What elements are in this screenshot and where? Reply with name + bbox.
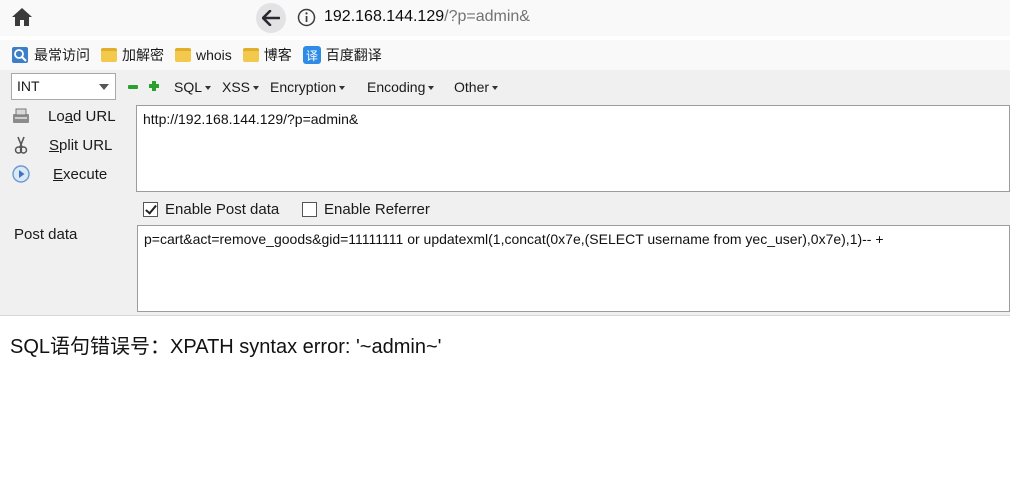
menu-label: Encryption xyxy=(270,79,337,95)
decrease-icon[interactable] xyxy=(128,85,138,89)
bookmark-label: whois xyxy=(196,47,232,63)
menu-label: XSS xyxy=(222,79,251,95)
bookmark-label: 博客 xyxy=(263,47,292,63)
scissors-icon xyxy=(14,136,28,154)
enable-referrer-label: Enable Referrer xyxy=(324,201,430,218)
enable-referrer-checkbox[interactable]: Enable Referrer xyxy=(302,201,430,218)
navigation-bar: 192.168.144.129/?p=admin& xyxy=(0,0,1010,36)
menu-label: Encoding xyxy=(367,79,426,95)
label-part: xecute xyxy=(63,165,108,183)
bookmark-label: 百度翻译 xyxy=(325,47,382,63)
type-select[interactable]: INT xyxy=(11,73,116,100)
folder-icon xyxy=(242,48,259,62)
enable-post-data-label: Enable Post data xyxy=(165,201,280,218)
panel-divider xyxy=(0,315,1010,316)
chevron-down-icon xyxy=(99,84,109,90)
execute-label: Execute xyxy=(53,166,107,183)
load-url-label: Load URL xyxy=(48,108,116,125)
url-textarea[interactable]: http://192.168.144.129/?p=admin& xyxy=(136,105,1010,192)
menu-xss[interactable]: XSS xyxy=(222,78,260,96)
baidu-translate-icon: 译 xyxy=(302,46,321,64)
enable-post-data-checkbox[interactable]: Enable Post data xyxy=(143,201,279,218)
bookmark-baidu-translate[interactable]: 译 百度翻译 xyxy=(302,45,382,65)
dropdown-arrow-icon xyxy=(205,86,212,91)
menu-other[interactable]: Other xyxy=(454,78,499,96)
url-host: 192.168.144.129 xyxy=(324,8,445,25)
url-path: /?p=admin& xyxy=(444,8,530,25)
dropdown-arrow-icon xyxy=(253,86,260,91)
accel-key: S xyxy=(49,136,60,154)
menu-label: Other xyxy=(454,79,490,95)
bookmarks-toolbar: 最常访问 加解密 whois 博客 译 百度翻译 xyxy=(0,40,1010,70)
increase-icon[interactable] xyxy=(149,81,159,91)
most-visited-icon xyxy=(12,47,28,63)
dropdown-arrow-icon xyxy=(492,86,499,91)
bookmark-folder-crypto[interactable]: 加解密 xyxy=(101,45,164,65)
svg-text:译: 译 xyxy=(306,49,318,63)
post-data-label: Post data xyxy=(14,226,78,243)
bookmark-label: 最常访问 xyxy=(34,47,90,63)
bookmark-folder-whois[interactable]: whois xyxy=(175,47,232,63)
load-url-icon xyxy=(13,108,29,123)
address-bar[interactable]: 192.168.144.129/?p=admin& xyxy=(324,7,530,27)
accel-key: a xyxy=(64,107,74,125)
home-icon[interactable] xyxy=(11,7,33,27)
back-button[interactable] xyxy=(256,3,286,33)
checkbox-unchecked-icon xyxy=(302,202,317,217)
back-arrow-icon xyxy=(262,10,280,26)
sql-error-message: SQL语句错误号：XPATH syntax error: '~admin~' xyxy=(10,336,442,358)
play-icon xyxy=(12,165,30,183)
post-data-textarea[interactable]: p=cart&act=remove_goods&gid=11111111 or … xyxy=(137,225,1010,312)
label-part: Lo xyxy=(48,107,65,125)
execute-button[interactable]: Execute xyxy=(11,164,107,184)
accel-key: E xyxy=(53,165,64,183)
site-info-icon[interactable] xyxy=(297,8,316,27)
split-url-button[interactable]: Split URL xyxy=(11,135,112,155)
folder-icon xyxy=(175,48,191,62)
label-part: d URL xyxy=(73,107,116,125)
split-url-label: Split URL xyxy=(49,137,112,154)
label-part: plit URL xyxy=(59,136,113,154)
menu-sql[interactable]: SQL xyxy=(174,78,212,96)
dropdown-arrow-icon xyxy=(339,86,346,91)
menu-label: SQL xyxy=(174,79,203,95)
folder-icon xyxy=(101,48,117,62)
dropdown-arrow-icon xyxy=(428,86,435,91)
type-select-value: INT xyxy=(17,78,40,94)
checkbox-checked-icon xyxy=(143,202,158,217)
bookmark-most-visited[interactable]: 最常访问 xyxy=(11,45,90,65)
menu-encoding[interactable]: Encoding xyxy=(367,78,435,96)
load-url-button[interactable]: Load URL xyxy=(11,106,116,126)
bookmark-label: 加解密 xyxy=(122,47,164,63)
menu-encryption[interactable]: Encryption xyxy=(270,78,346,96)
bookmark-folder-blog[interactable]: 博客 xyxy=(242,45,292,65)
hackbar-panel: INT SQL XSS Encryption Encoding Other Lo… xyxy=(0,70,1010,315)
